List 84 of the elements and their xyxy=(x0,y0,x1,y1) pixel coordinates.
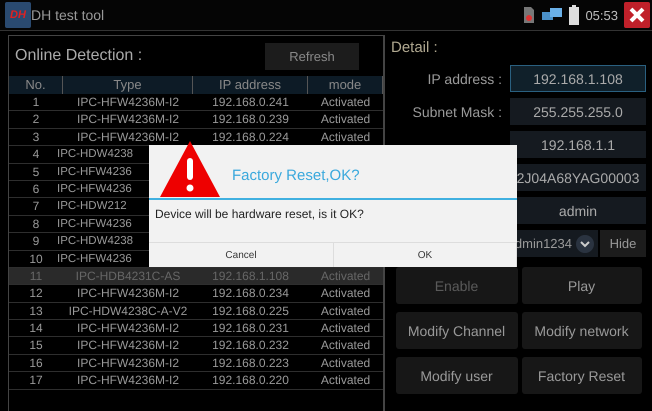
column-header: Type xyxy=(63,76,193,94)
table-cell-text: Activated xyxy=(320,128,372,146)
table-cell-text: 14 xyxy=(28,320,44,336)
table-cell-text: IPC-HFW4236M-I2 xyxy=(76,285,180,302)
detail-title: Detail : xyxy=(391,39,439,58)
table-cell-text: 13 xyxy=(28,302,44,320)
table-cell-text: 3 xyxy=(32,128,40,146)
panel-title: Online Detection : xyxy=(15,47,144,65)
table-cell-text: Activated xyxy=(320,320,372,336)
table-cell-text: IPC-HDW4238 xyxy=(57,234,134,250)
table-cell-text: 17 xyxy=(28,372,44,389)
table-cell-text: 16 xyxy=(28,354,44,372)
table-row[interactable]: 13 IPC-HDW4238C-A-V2 192.168.0.225 Activated xyxy=(9,302,383,320)
table-cell-text: Activated xyxy=(320,94,372,110)
table-cell-text: IPC-HDB4231C-AS xyxy=(74,268,182,284)
table-cell-text: Activated xyxy=(320,354,372,372)
battery-icon xyxy=(569,5,580,25)
table-cell-text: 2 xyxy=(32,111,40,128)
table-cell-text: IPC-HDW4238C-A-V2 xyxy=(68,302,188,320)
table-cell-text: 192.168.0.225 xyxy=(211,302,290,320)
table-cell-text: IPC-HFW4236M-I2 xyxy=(76,128,180,146)
table-cell-text: Activated xyxy=(320,302,372,320)
table-row[interactable]: 17 IPC-HFW4236M-I2 192.168.0.220 Activated xyxy=(9,372,383,390)
table-cell-text: IPC-HFW4236 xyxy=(57,216,132,232)
app-logo: DH xyxy=(5,2,31,28)
refresh-button[interactable]: Refresh xyxy=(265,42,359,70)
table-cell-text: IPC-HFW4236M-I2 xyxy=(76,354,180,372)
column-header: IP address xyxy=(193,76,308,94)
table-cell-text: 12 xyxy=(28,285,44,302)
field-label: IP address : xyxy=(428,70,502,86)
network-icon xyxy=(541,7,564,23)
table-row[interactable]: 2 IPC-HFW4236M-I2 192.168.0.239 Activated xyxy=(9,111,383,129)
table-cell-text: 192.168.0.234 xyxy=(211,285,290,302)
table-cell-text: 192.168.0.241 xyxy=(211,94,290,110)
table-row[interactable]: 12 IPC-HFW4236M-I2 192.168.0.234 Activated xyxy=(9,285,383,303)
table-cell-text: 192.168.0.232 xyxy=(211,337,290,354)
table-cell-text: 192.168.0.231 xyxy=(211,320,290,336)
table-cell-text: 1 xyxy=(32,94,40,110)
sd-card-icon xyxy=(523,6,536,24)
table-cell-text: Activated xyxy=(320,285,372,302)
input-field[interactable]: 192.168.1.1 xyxy=(510,131,646,158)
table-cell-text: IPC-HDW4238 xyxy=(57,147,134,162)
table-cell-text: Activated xyxy=(320,372,372,389)
table-cell-text: IPC-HFW4236 xyxy=(57,252,132,267)
action-button[interactable]: Factory Reset xyxy=(522,357,642,394)
table-cell-text: IPC-HDW212 xyxy=(57,199,127,214)
chevron-down-icon[interactable] xyxy=(576,234,594,252)
table-cell-text: IPC-HFW4236M-I2 xyxy=(76,337,180,354)
table-cell-text: 15 xyxy=(28,337,44,354)
action-button[interactable]: Modify user xyxy=(396,357,518,394)
app-title: DH test tool xyxy=(31,7,104,23)
action-button[interactable]: Modify network xyxy=(522,312,642,349)
table-cell-text: IPC-HFW4236M-I2 xyxy=(76,111,180,128)
table-cell-text: 192.168.0.220 xyxy=(211,372,290,389)
table-cell-text: 192.168.0.223 xyxy=(211,354,290,372)
table-cell-text: 192.168.0.239 xyxy=(211,111,290,128)
input-field[interactable]: 192.168.1.108 xyxy=(510,65,646,92)
table-row[interactable]: 16 IPC-HFW4236M-I2 192.168.0.223 Activated xyxy=(9,354,383,372)
table-cell-text: IPC-HFW4236M-I2 xyxy=(76,372,180,389)
table-row[interactable]: 1 IPC-HFW4236M-I2 192.168.0.241 Activated xyxy=(9,94,383,112)
field-label: Subnet Mask : xyxy=(412,104,502,120)
action-button[interactable]: Modify Channel xyxy=(396,312,518,349)
table-cell-text: IPC-HFW4236M-I2 xyxy=(76,320,180,336)
table-cell-text: IPC-HFW4236 xyxy=(57,182,132,197)
table-cell-text: IPC-HFW4236 xyxy=(57,164,132,180)
table-row[interactable]: 14 IPC-HFW4236M-I2 192.168.0.231 Activated xyxy=(9,320,383,338)
table-cell-text: 192.168.1.108 xyxy=(211,268,290,284)
table-cell-text: Activated xyxy=(320,268,372,284)
dialog-title: Factory Reset,OK? xyxy=(232,167,360,184)
close-icon xyxy=(629,7,645,23)
input-field[interactable]: 255.255.255.0 xyxy=(510,98,646,125)
warning-icon xyxy=(159,140,221,198)
close-button[interactable] xyxy=(624,2,650,28)
clock-time: 05:53 xyxy=(585,8,618,22)
table-cell-text: Activated xyxy=(320,111,372,128)
table-cell-text: 192.168.0.224 xyxy=(211,128,290,146)
table-cell-text: IPC-HFW4236M-I2 xyxy=(76,94,180,110)
column-header: No. xyxy=(9,76,63,94)
table-cell-text: Activated xyxy=(320,337,372,354)
action-button[interactable]: Play xyxy=(522,267,642,304)
column-header: mode xyxy=(308,76,383,94)
table-cell-text: 11 xyxy=(28,268,44,284)
hide-button[interactable]: Hide xyxy=(600,230,646,257)
table-row[interactable]: 15 IPC-HFW4236M-I2 192.168.0.232 Activated xyxy=(9,337,383,355)
